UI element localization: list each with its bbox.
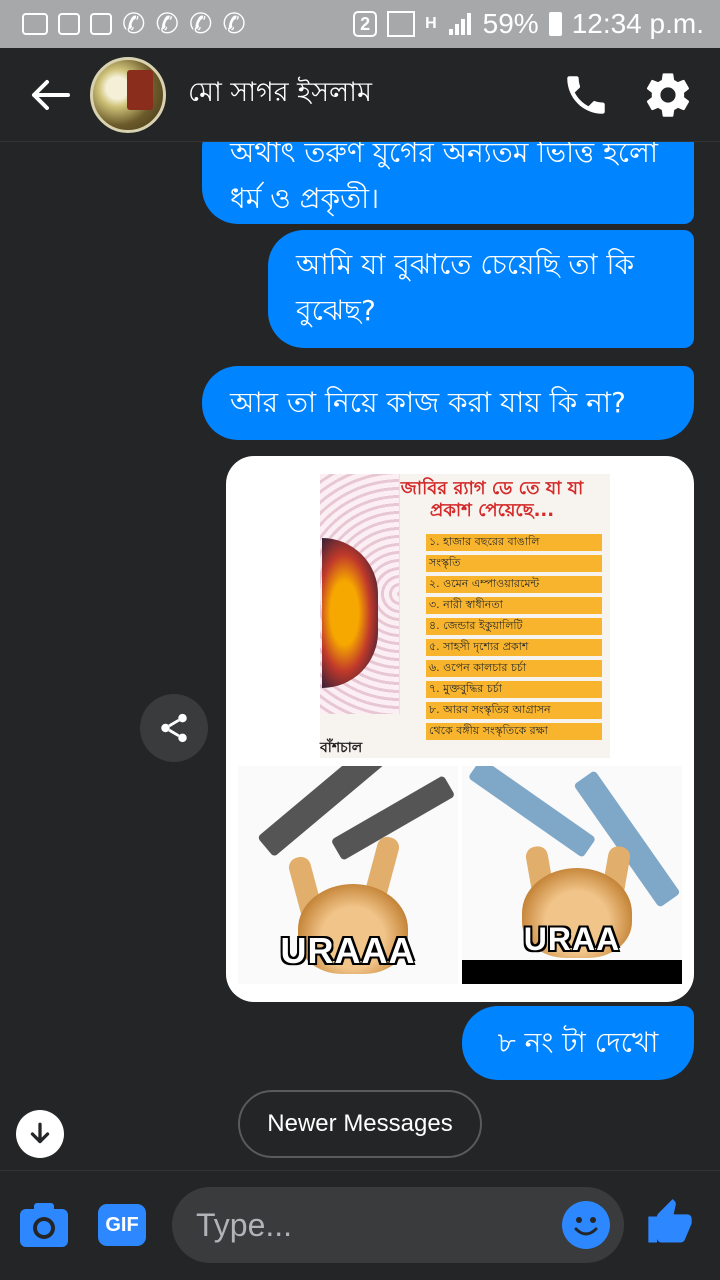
- network-type: H: [425, 15, 437, 32]
- emoji-button[interactable]: [562, 1201, 610, 1249]
- arrow-down-icon: [30, 1122, 50, 1144]
- contact-name[interactable]: মো সাগর ইসলাম: [188, 72, 556, 117]
- messenger-notification-icon: [22, 13, 48, 35]
- poster-item: সংস্কৃতি: [426, 555, 602, 572]
- share-icon: [161, 713, 187, 743]
- settings-gear-icon: [646, 72, 690, 117]
- contact-avatar[interactable]: [90, 56, 166, 133]
- poster-list: ১. হাজার বছরের বাঙালি সংস্কৃতি ২. ওমেন এ…: [426, 534, 602, 744]
- meme-caption: URAA: [523, 921, 621, 957]
- missed-call-icon: ✆: [222, 7, 246, 40]
- message-bubble[interactable]: আর তা নিয়ে কাজ করা যায় কি না?: [202, 366, 694, 440]
- poster-logo: বাঁশচাল: [320, 740, 363, 756]
- notification-icons: ✆ ✆ ✆ ✆: [22, 10, 353, 38]
- signal-strength-icon: [448, 13, 471, 35]
- settings-button[interactable]: [638, 65, 698, 125]
- poster-item: ৪. জেন্ডার ইকুয়ালিটি: [426, 618, 602, 635]
- poster-item: ২. ওমেন এম্পাওয়ারমেন্ট: [426, 576, 602, 593]
- poster-title: জাবির র‍্যাগ ডে তে যা যা প্রকাশ পেয়েছে.…: [400, 478, 584, 521]
- battery-icon: [548, 12, 562, 36]
- gif-button[interactable]: GIF: [98, 1204, 146, 1246]
- image-message[interactable]: জাবির র‍্যাগ ডে তে যা যা প্রকাশ পেয়েছে.…: [226, 456, 694, 1002]
- missed-call-icon: ✆: [155, 7, 179, 40]
- camera-icon: [20, 1203, 68, 1247]
- message-list[interactable]: অর্থাৎ তরুণ যুগের অন্যতম ভিত্তি হলো ধর্ম…: [0, 142, 720, 1168]
- newer-messages-button[interactable]: Newer Messages: [238, 1090, 482, 1158]
- message-bubble[interactable]: অর্থাৎ তরুণ যুগের অন্যতম ভিত্তি হলো ধর্ম…: [202, 142, 694, 224]
- gallery-notification-icon: [58, 13, 80, 35]
- rifle-icon: [467, 766, 597, 858]
- signal-box-icon: [387, 11, 416, 37]
- conversation-header: মো সাগর ইসলাম: [0, 48, 720, 142]
- poster-item: ৫. সাহসী দৃশ্যের প্রকাশ: [426, 639, 602, 656]
- scroll-to-bottom-button[interactable]: [16, 1110, 64, 1158]
- smiley-icon: [574, 1217, 598, 1236]
- missed-call-icon: ✆: [122, 7, 146, 40]
- message-bubble[interactable]: আমি যা বুঝাতে চেয়েছি তা কি বুঝেছ?: [268, 230, 694, 348]
- message-input-wrapper: [172, 1187, 624, 1263]
- poster-item: ৬. ওপেন কালচার চর্চা: [426, 660, 602, 677]
- phone-icon: [567, 75, 605, 114]
- poster-item: ৮. আরব সংস্কৃতির আগ্রাসন: [426, 702, 602, 719]
- like-button[interactable]: [644, 1197, 696, 1249]
- call-button[interactable]: [556, 65, 616, 125]
- message-input[interactable]: [196, 1206, 556, 1244]
- poster-item: ৭. মুক্তবুদ্ধির চর্চা: [426, 681, 602, 698]
- black-bar: [462, 960, 682, 984]
- meme-right: URAA: [462, 766, 682, 984]
- thumbs-up-icon: [648, 1199, 692, 1243]
- camera-button[interactable]: [18, 1201, 70, 1249]
- battery-percent: 59%: [482, 8, 539, 39]
- composer-bar: GIF: [0, 1170, 720, 1280]
- recycle-notification-icon: [90, 13, 112, 35]
- share-button[interactable]: [140, 694, 208, 762]
- poster-image: জাবির র‍্যাগ ডে তে যা যা প্রকাশ পেয়েছে.…: [320, 474, 610, 758]
- poster-item: থেকে বঙ্গীয় সংস্কৃতিকে রক্ষা: [426, 723, 602, 740]
- system-status: 2 H 59% 12:34 p.m.: [353, 8, 704, 40]
- poster-item: ১. হাজার বছরের বাঙালি: [426, 534, 602, 551]
- status-bar: ✆ ✆ ✆ ✆ 2 H 59% 12:34 p.m.: [0, 0, 720, 48]
- meme-caption: URAAA: [280, 930, 416, 971]
- sim-badge: 2: [353, 11, 378, 37]
- poster-item: ৩. নারী স্বাধীনতা: [426, 597, 602, 614]
- back-arrow-icon: [32, 79, 70, 110]
- back-button[interactable]: [24, 69, 76, 121]
- clock: 12:34 p.m.: [571, 8, 704, 39]
- meme-left: URAAA: [238, 766, 458, 984]
- missed-call-icon: ✆: [188, 7, 213, 40]
- message-bubble[interactable]: ৮ নং টা দেখো: [462, 1006, 694, 1080]
